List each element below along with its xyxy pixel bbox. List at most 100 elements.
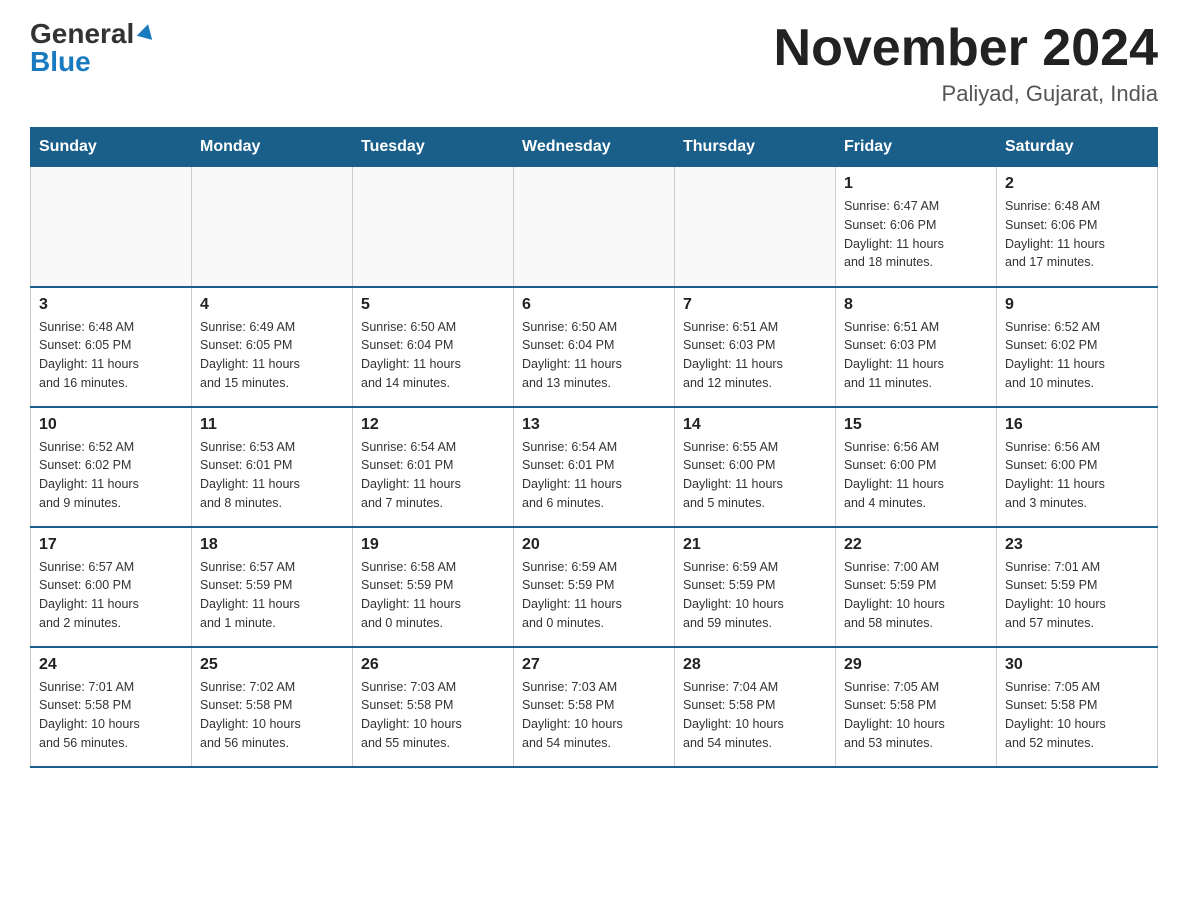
weekday-header: Wednesday <box>514 128 675 167</box>
calendar-cell <box>31 167 192 287</box>
day-info: Sunrise: 6:51 AMSunset: 6:03 PMDaylight:… <box>844 318 988 393</box>
calendar-cell: 7 Sunrise: 6:51 AMSunset: 6:03 PMDaylight… <box>675 287 836 407</box>
day-info: Sunrise: 6:47 AMSunset: 6:06 PMDaylight:… <box>844 197 988 272</box>
calendar-cell: 6 Sunrise: 6:50 AMSunset: 6:04 PMDaylight… <box>514 287 675 407</box>
day-number: 14 <box>683 416 827 434</box>
day-info: Sunrise: 7:01 AMSunset: 5:59 PMDaylight:… <box>1005 558 1149 633</box>
calendar-cell <box>353 167 514 287</box>
logo-blue-text: Blue <box>30 48 91 76</box>
day-number: 22 <box>844 536 988 554</box>
day-info: Sunrise: 6:52 AMSunset: 6:02 PMDaylight:… <box>1005 318 1149 393</box>
calendar-cell <box>192 167 353 287</box>
day-info: Sunrise: 6:53 AMSunset: 6:01 PMDaylight:… <box>200 438 344 513</box>
day-number: 16 <box>1005 416 1149 434</box>
calendar-cell: 24 Sunrise: 7:01 AMSunset: 5:58 PMDayligh… <box>31 647 192 767</box>
calendar-cell: 11 Sunrise: 6:53 AMSunset: 6:01 PMDayligh… <box>192 407 353 527</box>
day-number: 26 <box>361 656 505 674</box>
day-info: Sunrise: 6:56 AMSunset: 6:00 PMDaylight:… <box>1005 438 1149 513</box>
weekday-header: Sunday <box>31 128 192 167</box>
calendar-cell: 4Sunrise: 6:49 AMSunset: 6:05 PMDaylight… <box>192 287 353 407</box>
day-info: Sunrise: 7:03 AMSunset: 5:58 PMDaylight:… <box>361 678 505 753</box>
day-info: Sunrise: 7:03 AMSunset: 5:58 PMDaylight:… <box>522 678 666 753</box>
day-number: 18 <box>200 536 344 554</box>
day-number: 30 <box>1005 656 1149 674</box>
calendar-cell: 23 Sunrise: 7:01 AMSunset: 5:59 PMDayligh… <box>997 527 1158 647</box>
day-number: 24 <box>39 656 183 674</box>
calendar-cell: 25Sunrise: 7:02 AMSunset: 5:58 PMDayligh… <box>192 647 353 767</box>
calendar-cell: 22 Sunrise: 7:00 AMSunset: 5:59 PMDayligh… <box>836 527 997 647</box>
calendar-week-row: 17 Sunrise: 6:57 AMSunset: 6:00 PMDayligh… <box>31 527 1158 647</box>
title-area: November 2024 Paliyad, Gujarat, India <box>774 20 1158 107</box>
day-info: Sunrise: 6:54 AMSunset: 6:01 PMDaylight:… <box>522 438 666 513</box>
calendar-table: SundayMondayTuesdayWednesdayThursdayFrid… <box>30 127 1158 768</box>
day-number: 11 <box>200 416 344 434</box>
calendar-title: November 2024 <box>774 20 1158 77</box>
day-info: Sunrise: 6:48 AMSunset: 6:06 PMDaylight:… <box>1005 197 1149 272</box>
calendar-cell: 20 Sunrise: 6:59 AMSunset: 5:59 PMDayligh… <box>514 527 675 647</box>
day-number: 10 <box>39 416 183 434</box>
day-info: Sunrise: 7:00 AMSunset: 5:59 PMDaylight:… <box>844 558 988 633</box>
day-number: 15 <box>844 416 988 434</box>
calendar-week-row: 10 Sunrise: 6:52 AMSunset: 6:02 PMDayligh… <box>31 407 1158 527</box>
day-number: 12 <box>361 416 505 434</box>
header: General Blue November 2024 Paliyad, Guja… <box>30 20 1158 107</box>
day-number: 6 <box>522 296 666 314</box>
day-number: 9 <box>1005 296 1149 314</box>
day-number: 17 <box>39 536 183 554</box>
day-number: 20 <box>522 536 666 554</box>
day-info: Sunrise: 6:56 AMSunset: 6:00 PMDaylight:… <box>844 438 988 513</box>
calendar-cell: 2 Sunrise: 6:48 AMSunset: 6:06 PMDaylight… <box>997 167 1158 287</box>
calendar-cell: 21 Sunrise: 6:59 AMSunset: 5:59 PMDayligh… <box>675 527 836 647</box>
weekday-header: Saturday <box>997 128 1158 167</box>
calendar-cell <box>514 167 675 287</box>
calendar-cell: 15 Sunrise: 6:56 AMSunset: 6:00 PMDayligh… <box>836 407 997 527</box>
day-number: 3 <box>39 296 183 314</box>
day-info: Sunrise: 7:01 AMSunset: 5:58 PMDaylight:… <box>39 678 183 753</box>
calendar-cell: 27 Sunrise: 7:03 AMSunset: 5:58 PMDayligh… <box>514 647 675 767</box>
calendar-cell: 29 Sunrise: 7:05 AMSunset: 5:58 PMDayligh… <box>836 647 997 767</box>
day-number: 8 <box>844 296 988 314</box>
day-info: Sunrise: 6:57 AMSunset: 6:00 PMDaylight:… <box>39 558 183 633</box>
calendar-cell: 5Sunrise: 6:50 AMSunset: 6:04 PMDaylight… <box>353 287 514 407</box>
day-info: Sunrise: 6:58 AMSunset: 5:59 PMDaylight:… <box>361 558 505 633</box>
day-number: 27 <box>522 656 666 674</box>
weekday-header-row: SundayMondayTuesdayWednesdayThursdayFrid… <box>31 128 1158 167</box>
day-info: Sunrise: 6:51 AMSunset: 6:03 PMDaylight:… <box>683 318 827 393</box>
calendar-cell: 30 Sunrise: 7:05 AMSunset: 5:58 PMDayligh… <box>997 647 1158 767</box>
day-info: Sunrise: 6:57 AMSunset: 5:59 PMDaylight:… <box>200 558 344 633</box>
calendar-cell: 10 Sunrise: 6:52 AMSunset: 6:02 PMDayligh… <box>31 407 192 527</box>
calendar-cell <box>675 167 836 287</box>
day-number: 29 <box>844 656 988 674</box>
day-number: 5 <box>361 296 505 314</box>
calendar-cell: 8 Sunrise: 6:51 AMSunset: 6:03 PMDaylight… <box>836 287 997 407</box>
day-number: 4 <box>200 296 344 314</box>
day-info: Sunrise: 6:59 AMSunset: 5:59 PMDaylight:… <box>522 558 666 633</box>
day-info: Sunrise: 7:05 AMSunset: 5:58 PMDaylight:… <box>844 678 988 753</box>
calendar-cell: 17 Sunrise: 6:57 AMSunset: 6:00 PMDayligh… <box>31 527 192 647</box>
calendar-cell: 19 Sunrise: 6:58 AMSunset: 5:59 PMDayligh… <box>353 527 514 647</box>
day-number: 25 <box>200 656 344 674</box>
weekday-header: Thursday <box>675 128 836 167</box>
weekday-header: Tuesday <box>353 128 514 167</box>
day-number: 23 <box>1005 536 1149 554</box>
calendar-cell: 28Sunrise: 7:04 AMSunset: 5:58 PMDayligh… <box>675 647 836 767</box>
day-number: 19 <box>361 536 505 554</box>
calendar-cell: 3 Sunrise: 6:48 AMSunset: 6:05 PMDaylight… <box>31 287 192 407</box>
weekday-header: Friday <box>836 128 997 167</box>
calendar-cell: 14 Sunrise: 6:55 AMSunset: 6:00 PMDayligh… <box>675 407 836 527</box>
calendar-week-row: 24 Sunrise: 7:01 AMSunset: 5:58 PMDayligh… <box>31 647 1158 767</box>
day-info: Sunrise: 6:52 AMSunset: 6:02 PMDaylight:… <box>39 438 183 513</box>
day-number: 21 <box>683 536 827 554</box>
location-subtitle: Paliyad, Gujarat, India <box>774 81 1158 107</box>
day-info: Sunrise: 6:48 AMSunset: 6:05 PMDaylight:… <box>39 318 183 393</box>
calendar-week-row: 1Sunrise: 6:47 AMSunset: 6:06 PMDaylight… <box>31 167 1158 287</box>
day-info: Sunrise: 6:59 AMSunset: 5:59 PMDaylight:… <box>683 558 827 633</box>
day-info: Sunrise: 6:50 AMSunset: 6:04 PMDaylight:… <box>522 318 666 393</box>
calendar-cell: 18 Sunrise: 6:57 AMSunset: 5:59 PMDayligh… <box>192 527 353 647</box>
day-info: Sunrise: 6:54 AMSunset: 6:01 PMDaylight:… <box>361 438 505 513</box>
day-number: 2 <box>1005 175 1149 193</box>
day-number: 7 <box>683 296 827 314</box>
day-info: Sunrise: 7:05 AMSunset: 5:58 PMDaylight:… <box>1005 678 1149 753</box>
logo-triangle-icon <box>134 26 156 42</box>
day-info: Sunrise: 6:55 AMSunset: 6:00 PMDaylight:… <box>683 438 827 513</box>
